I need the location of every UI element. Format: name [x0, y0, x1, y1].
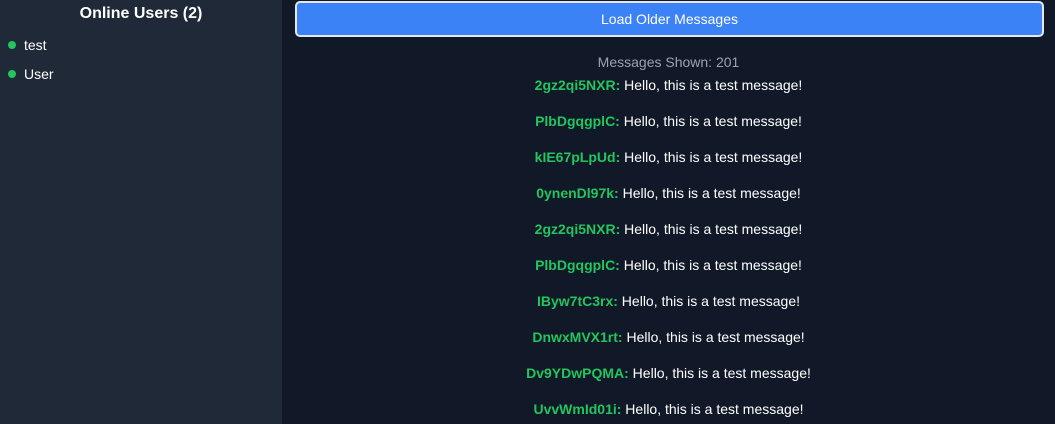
message-item: 0ynenDl97k: Hello, this is a test messag…: [282, 182, 1055, 218]
message-text: Hello, this is a test message!: [620, 77, 803, 93]
online-status-icon: [8, 69, 16, 78]
online-users-sidebar: Online Users (2) test User: [0, 0, 282, 424]
message-sender: kIE67pLpUd:: [534, 149, 621, 165]
message-item: 2gz2qi5NXR: Hello, this is a test messag…: [282, 218, 1055, 254]
message-item: UvvWmId01i: Hello, this is a test messag…: [282, 398, 1055, 424]
message-sender: Dv9YDwPQMA:: [526, 365, 629, 381]
user-name: test: [24, 36, 47, 53]
message-item: kIE67pLpUd: Hello, this is a test messag…: [282, 146, 1055, 182]
message-text: Hello, this is a test message!: [620, 221, 803, 237]
message-text: Hello, this is a test message!: [618, 185, 801, 201]
message-text: Hello, this is a test message!: [619, 257, 802, 273]
message-item: PlbDgqgplC: Hello, this is a test messag…: [282, 110, 1055, 146]
message-sender: 2gz2qi5NXR:: [534, 221, 621, 237]
online-user-item[interactable]: test: [0, 30, 282, 59]
message-sender: PlbDgqgplC:: [535, 113, 620, 129]
load-older-messages-button[interactable]: Load Older Messages: [295, 1, 1044, 37]
online-status-icon: [8, 40, 16, 49]
chat-app: Online Users (2) test User Load Older Me…: [0, 0, 1055, 424]
message-text: Hello, this is a test message!: [628, 365, 811, 381]
message-sender: 0ynenDl97k:: [536, 185, 619, 201]
online-users-title: Online Users (2): [79, 5, 203, 22]
message-item: IByw7tC3rx: Hello, this is a test messag…: [282, 290, 1055, 326]
message-text: Hello, this is a test message!: [619, 113, 802, 129]
message-text: Hello, this is a test message!: [622, 329, 805, 345]
message-text: Hello, this is a test message!: [620, 149, 803, 165]
message-item: PlbDgqgplC: Hello, this is a test messag…: [282, 254, 1055, 290]
message-text: Hello, this is a test message!: [621, 401, 804, 417]
user-name: User: [24, 65, 54, 82]
message-sender: UvvWmId01i:: [533, 401, 622, 417]
message-text: Hello, this is a test message!: [617, 293, 800, 309]
message-sender: IByw7tC3rx:: [537, 293, 618, 309]
message-item: 2gz2qi5NXR: Hello, this is a test messag…: [282, 74, 1055, 110]
message-item: DnwxMVX1rt: Hello, this is a test messag…: [282, 326, 1055, 362]
message-sender: PlbDgqgplC:: [535, 257, 620, 273]
message-panel[interactable]: Load Older Messages Messages Shown: 201 …: [282, 0, 1055, 424]
message-sender: 2gz2qi5NXR:: [534, 77, 621, 93]
message-sender: DnwxMVX1rt:: [532, 329, 623, 345]
message-item: Dv9YDwPQMA: Hello, this is a test messag…: [282, 362, 1055, 398]
message-list: 2gz2qi5NXR: Hello, this is a test messag…: [282, 74, 1055, 424]
online-user-list: test User: [0, 30, 282, 88]
online-user-item[interactable]: User: [0, 59, 282, 88]
messages-shown-count: Messages Shown: 201: [597, 54, 740, 70]
